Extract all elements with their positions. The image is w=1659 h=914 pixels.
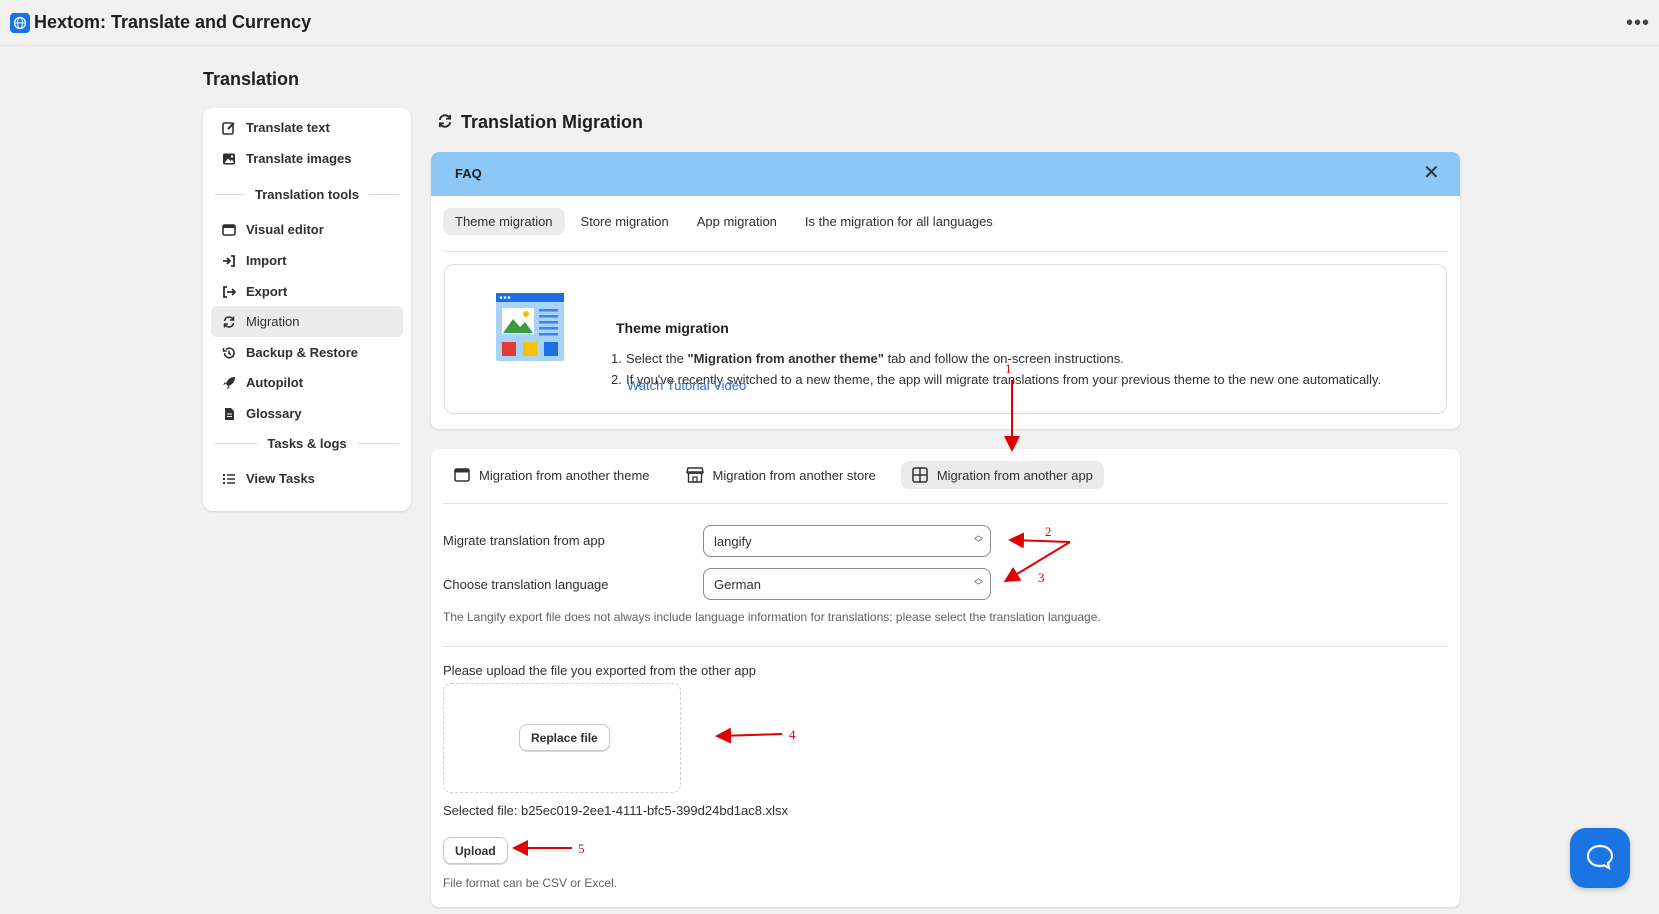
history-icon	[222, 346, 236, 360]
apps-grid-icon	[912, 467, 928, 483]
tab-label: Migration from another store	[712, 467, 876, 483]
faq-tabs: Theme migration Store migration App migr…	[443, 208, 1009, 235]
sidebar-item-translate-text[interactable]: Translate text	[211, 112, 403, 143]
chat-bubble-icon	[1585, 842, 1615, 875]
selected-file: Selected file: b25ec019-2ee1-4111-bfc5-3…	[443, 803, 788, 818]
select-arrows-icon: ︿ ﹀	[973, 573, 983, 591]
window-icon	[222, 223, 236, 237]
tab-migration-theme[interactable]: Migration from another theme	[443, 461, 661, 489]
more-options-icon[interactable]: •••	[1626, 12, 1650, 35]
section-header: Translation Migration	[437, 112, 643, 133]
language-select-label: Choose translation language	[443, 577, 609, 592]
rocket-icon	[222, 376, 236, 390]
sidebar-item-import[interactable]: Import	[211, 245, 403, 276]
tab-store-migration[interactable]: Store migration	[569, 208, 681, 235]
section-translation-tools: Translation tools	[215, 185, 400, 203]
section-label: Translation tools	[255, 186, 360, 202]
select-arrows-icon: ︿ ﹀	[973, 530, 983, 548]
sidebar-item-label: Visual editor	[246, 222, 324, 237]
upload-button[interactable]: Upload	[443, 837, 508, 864]
app-select[interactable]: langify ︿ ﹀	[703, 525, 991, 557]
language-hint: The Langify export file does not always …	[443, 610, 1101, 624]
sidebar-item-label: Import	[246, 253, 287, 268]
migration-card: Migration from another theme Migration f…	[431, 449, 1460, 907]
globe-icon	[10, 13, 30, 33]
sidebar-item-label: View Tasks	[246, 471, 315, 486]
faq-content-box	[444, 264, 1447, 414]
sidebar-item-backup-restore[interactable]: Backup & Restore	[211, 337, 403, 368]
language-select[interactable]: German ︿ ﹀	[703, 568, 991, 600]
chat-support-button[interactable]	[1570, 828, 1630, 888]
sidebar-item-label: Translate text	[246, 120, 330, 135]
sidebar-item-view-tasks[interactable]: View Tasks	[211, 463, 403, 494]
window-icon	[454, 468, 470, 482]
image-icon	[222, 152, 236, 166]
faq-step-1: 1. Select the "Migration from another the…	[611, 351, 1124, 366]
sidebar-item-autopilot[interactable]: Autopilot	[211, 367, 403, 398]
faq-card: FAQ ✕ Theme migration Store migration Ap…	[431, 152, 1460, 429]
app-title: Hextom: Translate and Currency	[34, 12, 312, 32]
edit-icon	[222, 121, 236, 135]
sidebar-item-migration[interactable]: Migration	[211, 306, 403, 337]
refresh-icon	[222, 315, 236, 329]
app-select-label: Migrate translation from app	[443, 533, 605, 548]
sidebar-item-label: Translate images	[246, 151, 352, 166]
sidebar: Translate text Translate images Translat…	[203, 108, 411, 511]
document-icon	[222, 407, 236, 421]
sidebar-item-translate-images[interactable]: Translate images	[211, 143, 403, 174]
browser-illustration-icon	[495, 292, 565, 365]
file-dropzone[interactable]: Replace file	[443, 683, 681, 793]
divider	[443, 251, 1448, 252]
tab-app-migration[interactable]: App migration	[685, 208, 789, 235]
divider	[443, 503, 1448, 504]
tab-label: Migration from another app	[936, 467, 1093, 483]
sidebar-item-label: Migration	[246, 314, 300, 329]
tab-label: Migration from another theme	[479, 467, 650, 483]
section-tasks-logs: Tasks & logs	[215, 434, 400, 452]
divider	[443, 646, 1448, 647]
sidebar-item-visual-editor[interactable]: Visual editor	[211, 214, 403, 245]
app-header: Hextom: Translate and Currency •••	[0, 0, 1659, 46]
list-icon	[222, 472, 236, 486]
sidebar-item-label: Glossary	[246, 406, 302, 421]
section-title: Translation Migration	[461, 112, 644, 132]
faq-label: FAQ	[455, 166, 482, 181]
migration-tabs: Migration from another theme Migration f…	[443, 461, 1118, 489]
faq-banner: FAQ ✕	[431, 152, 1460, 196]
replace-file-button[interactable]: Replace file	[519, 724, 610, 751]
sidebar-item-label: Backup & Restore	[246, 345, 358, 360]
faq-content-title: Theme migration	[616, 320, 729, 336]
scrollbar[interactable]	[1652, 46, 1659, 914]
format-hint: File format can be CSV or Excel.	[443, 876, 618, 890]
watch-tutorial-link[interactable]: Watch Tutorial Video	[627, 378, 746, 393]
section-label: Tasks & logs	[267, 435, 347, 451]
tab-migration-store[interactable]: Migration from another store	[675, 461, 887, 489]
export-icon	[222, 285, 236, 299]
store-icon	[685, 467, 704, 483]
sidebar-item-export[interactable]: Export	[211, 276, 403, 307]
tab-theme-migration[interactable]: Theme migration	[443, 208, 565, 235]
refresh-icon	[437, 113, 453, 132]
sidebar-item-glossary[interactable]: Glossary	[211, 398, 403, 429]
app-select-value: langify	[714, 533, 752, 549]
close-icon[interactable]: ✕	[1423, 163, 1440, 183]
tab-all-languages[interactable]: Is the migration for all languages	[793, 208, 1005, 235]
import-icon	[222, 254, 236, 268]
language-select-value: German	[714, 576, 761, 592]
sidebar-item-label: Autopilot	[246, 375, 304, 390]
sidebar-item-label: Export	[246, 284, 288, 299]
page-title: Translation	[203, 69, 300, 89]
tab-migration-app[interactable]: Migration from another app	[900, 461, 1104, 489]
upload-label: Please upload the file you exported from…	[443, 663, 756, 678]
